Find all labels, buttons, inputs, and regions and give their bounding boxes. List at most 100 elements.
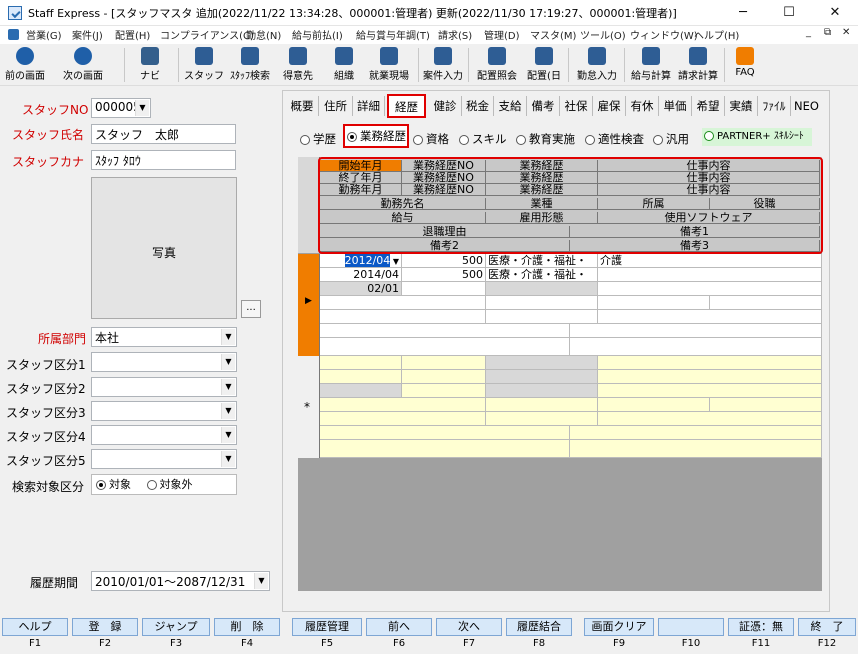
menu-eigyo[interactable]: 営業(G) [26,27,62,42]
cell-no1[interactable]: 500 [402,254,486,268]
radio-gakureki[interactable]: 学歴 [300,131,336,147]
tab-gaiyo[interactable]: 概要 [286,96,319,116]
menu-help[interactable]: ヘルプ(H) [694,27,739,42]
f8-merge-button[interactable]: 履歴結合 [506,618,572,636]
f10-button[interactable] [658,618,724,636]
f4-delete-button[interactable]: 削 除 [214,618,280,636]
new-cell[interactable] [598,384,822,398]
new-cell[interactable] [570,426,822,440]
f6-prev-button[interactable]: 前へ [366,618,432,636]
new-cell[interactable] [598,370,822,384]
f3-jump-button[interactable]: ジャンプ [142,618,210,636]
cell-software[interactable] [598,310,822,324]
table-row[interactable]: 2012/04 ▼ 500 医療・介護・福祉・ 介護 2014/04 500 医… [320,254,822,356]
search-target-on-radio[interactable]: 対象 [96,478,131,491]
navi-button[interactable]: ナビ [132,46,168,84]
cell-content3[interactable] [598,282,822,296]
payroll-calc-button[interactable]: 給与計算 [628,46,674,84]
new-cell[interactable] [598,412,822,426]
partner-skillsheet-radio[interactable]: PARTNER+ ｽｷﾙｼｰﾄ [702,128,812,146]
menu-master[interactable]: マスタ(M) [530,27,576,42]
attendance-input-button[interactable]: 勤怠入力 [574,46,620,84]
new-cell[interactable] [320,398,486,412]
cell-salary[interactable] [320,310,486,324]
staff-no-combo[interactable]: 000005 ▼ [91,98,151,118]
f7-next-button[interactable]: 次へ [436,618,502,636]
tab-biko[interactable]: 備考 [527,96,560,116]
photo-browse-button[interactable]: ... [241,300,261,318]
cell-reason[interactable] [320,324,570,338]
mdi-restore[interactable]: ⧉ [824,27,831,38]
dept-combo[interactable]: 本社 ▼ [91,327,237,347]
cell-dept[interactable] [598,296,710,310]
cell-biz1[interactable]: 医療・介護・福祉・ [486,254,598,268]
close-button[interactable]: ✕ [812,0,858,26]
tab-keireki[interactable]: 経歴 [387,94,426,118]
tab-jisseki[interactable]: 実績 [725,96,758,116]
menu-kintai[interactable]: 勤怠(N) [246,27,281,42]
mdi-close[interactable]: ✕ [842,27,850,38]
new-cell[interactable] [570,440,822,458]
menu-kyuyo-maebarai[interactable]: 給与前払(I) [292,27,343,42]
next-screen-button[interactable]: 次の画面 [58,46,108,84]
menu-kanri[interactable]: 管理(D) [484,27,520,42]
organization-button[interactable]: 組織 [326,46,362,84]
billing-calc-button[interactable]: 請求計算 [676,46,720,84]
f12-exit-button[interactable]: 終 了 [798,618,856,636]
cell-content2[interactable] [598,268,822,282]
tab-file[interactable]: ﾌｧｲﾙ [758,96,791,116]
cell-remark1[interactable] [570,324,822,338]
minimize-button[interactable]: ─ [720,0,766,26]
f9-clear-button[interactable]: 画面クリア [584,618,654,636]
tab-kibo[interactable]: 希望 [692,96,725,116]
case-input-button[interactable]: 案件入力 [422,46,464,84]
staff-kubun5-combo[interactable]: ▼ [91,449,237,469]
staff-kubun4-combo[interactable]: ▼ [91,425,237,445]
staff-search-button[interactable]: ｽﾀｯﾌ検索 [226,46,274,84]
radio-skill[interactable]: スキル [459,131,507,147]
menu-compliance[interactable]: コンプライアンス(C) [160,27,254,42]
cell-content1[interactable]: 介護 [598,254,822,268]
tab-kenshin[interactable]: 健診 [429,96,462,116]
tab-shaho[interactable]: 社保 [560,96,593,116]
maximize-button[interactable]: ☐ [766,0,812,26]
new-cell[interactable] [402,356,486,370]
new-cell[interactable] [598,398,710,412]
new-cell[interactable] [486,412,598,426]
faq-button[interactable]: FAQ [730,46,760,84]
menu-tool[interactable]: ツール(O) [580,27,626,42]
menu-kyuyo-shoyo[interactable]: 給与賞与年調(T) [356,27,430,42]
staff-button[interactable]: スタッフ [184,46,224,84]
staff-name-input[interactable]: スタッフ 太郎 [91,124,236,144]
new-row-marker[interactable]: * [298,356,320,458]
f2-register-button[interactable]: 登 録 [72,618,138,636]
cell-industry[interactable] [486,296,598,310]
cell-start[interactable]: 2012/04 ▼ [320,254,402,268]
menu-haichi[interactable]: 配置(H) [115,27,150,42]
tab-shosai[interactable]: 詳細 [353,96,385,116]
mdi-minimize[interactable]: _ [806,27,811,38]
new-cell[interactable] [710,398,822,412]
tab-jusho[interactable]: 住所 [319,96,353,116]
f11-voucher-button[interactable]: 証憑：無 [728,618,794,636]
menu-anken[interactable]: 案件(J) [72,27,103,42]
search-target-off-radio[interactable]: 対象外 [146,478,193,491]
placement-daily-button[interactable]: 配置(日 [524,46,564,84]
new-cell[interactable] [402,384,486,398]
tab-zeikin[interactable]: 税金 [462,96,494,116]
history-period-combo[interactable]: 2010/01/01～2087/12/31 ▼ [91,571,270,591]
new-cell[interactable] [320,412,486,426]
cell-remark2[interactable] [320,338,570,356]
radio-tekisei[interactable]: 適性検査 [585,131,644,147]
radio-hanyo[interactable]: 汎用 [653,131,689,147]
new-cell[interactable] [486,398,598,412]
cell-remark3[interactable] [570,338,822,356]
cell-no2[interactable]: 500 [402,268,486,282]
cell-no3[interactable] [402,282,486,296]
radio-gyomu-keireki[interactable]: 業務経歴 [343,124,409,148]
new-cell[interactable] [320,440,570,458]
cell-emptype[interactable] [486,310,598,324]
placement-inquiry-button[interactable]: 配置照会 [474,46,520,84]
staff-kubun3-combo[interactable]: ▼ [91,401,237,421]
tab-shikyu[interactable]: 支給 [494,96,527,116]
